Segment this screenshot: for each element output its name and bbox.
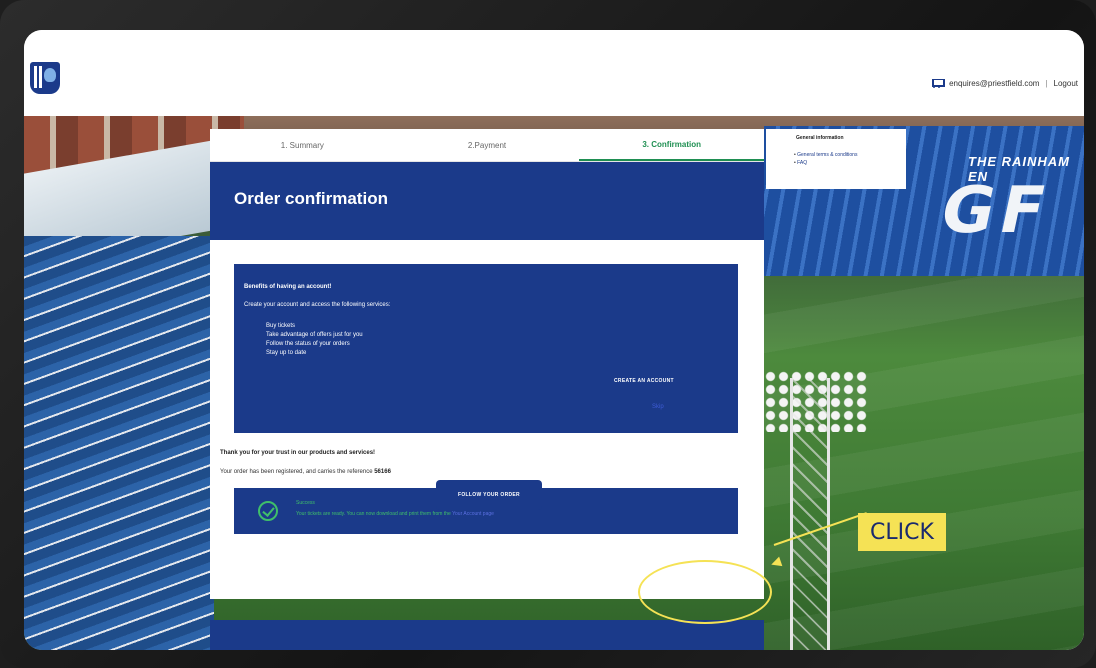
left-stand bbox=[24, 236, 214, 650]
info-links: General terms & conditions FAQ bbox=[794, 151, 857, 167]
browser-screen: enquires@priestfield.com | Logout THE RA… bbox=[24, 30, 1084, 650]
logout-link[interactable]: Logout bbox=[1054, 79, 1078, 88]
page-title: Order confirmation bbox=[234, 189, 388, 208]
faq-link[interactable]: FAQ bbox=[794, 159, 857, 167]
top-bar: enquires@priestfield.com | Logout bbox=[24, 30, 1084, 116]
success-title: Success bbox=[296, 500, 315, 506]
click-callout: CLICK bbox=[858, 513, 946, 551]
club-logo[interactable] bbox=[30, 62, 60, 94]
floodlight-tower bbox=[790, 378, 830, 650]
success-message: Your tickets are ready. You can now down… bbox=[296, 511, 451, 517]
create-account-button[interactable]: CREATE AN ACCOUNT bbox=[614, 378, 674, 384]
highlight-ellipse bbox=[638, 560, 772, 624]
terms-link[interactable]: General terms & conditions bbox=[794, 151, 857, 159]
order-reference: Your order has been registered, and carr… bbox=[220, 469, 391, 475]
horse-icon bbox=[44, 68, 56, 82]
account-page-link[interactable]: Your Account page bbox=[452, 511, 494, 517]
benefits-list: Buy tickets Take advantage of offers jus… bbox=[266, 322, 363, 358]
benefits-intro: Create your account and access the follo… bbox=[244, 302, 391, 308]
reference-number: 56166 bbox=[374, 469, 391, 475]
list-item: Buy tickets bbox=[266, 323, 296, 329]
account-benefits-panel: Benefits of having an account! Create yo… bbox=[234, 264, 738, 433]
separator: | bbox=[1045, 78, 1048, 88]
account-links: enquires@priestfield.com | Logout bbox=[931, 78, 1078, 88]
info-title: General information bbox=[796, 135, 844, 141]
tab-confirmation[interactable]: 3. Confirmation bbox=[579, 129, 765, 161]
tab-summary[interactable]: 1. Summary bbox=[210, 129, 395, 161]
follow-order-button[interactable]: FOLLOW YOUR ORDER bbox=[436, 480, 542, 510]
page-header: Order confirmation bbox=[210, 162, 764, 240]
benefits-title: Benefits of having an account! bbox=[244, 284, 332, 290]
tab-payment[interactable]: 2.Payment bbox=[395, 129, 580, 161]
check-circle-icon bbox=[258, 501, 278, 521]
list-item: Follow the status of your orders bbox=[266, 341, 350, 347]
cart-icon[interactable] bbox=[931, 78, 946, 88]
skip-link[interactable]: Skip bbox=[652, 404, 664, 410]
footer-section bbox=[210, 620, 764, 650]
general-info-box: General information General terms & cond… bbox=[766, 129, 906, 189]
thank-you-message: Thank you for your trust in our products… bbox=[220, 450, 376, 456]
reference-text: Your order has been registered, and carr… bbox=[220, 469, 373, 475]
list-item: Stay up to date bbox=[266, 350, 307, 356]
checkout-steps: 1. Summary 2.Payment 3. Confirmation bbox=[210, 129, 765, 162]
list-item: Take advantage of offers just for you bbox=[266, 332, 363, 338]
stand-letters: GF bbox=[934, 174, 1059, 248]
device-frame: enquires@priestfield.com | Logout THE RA… bbox=[0, 0, 1096, 668]
user-email: enquires@priestfield.com bbox=[949, 78, 1040, 88]
success-text: Your tickets are ready. You can now down… bbox=[296, 511, 494, 517]
checkout-card: 1. Summary 2.Payment 3. Confirmation Ord… bbox=[210, 129, 765, 599]
